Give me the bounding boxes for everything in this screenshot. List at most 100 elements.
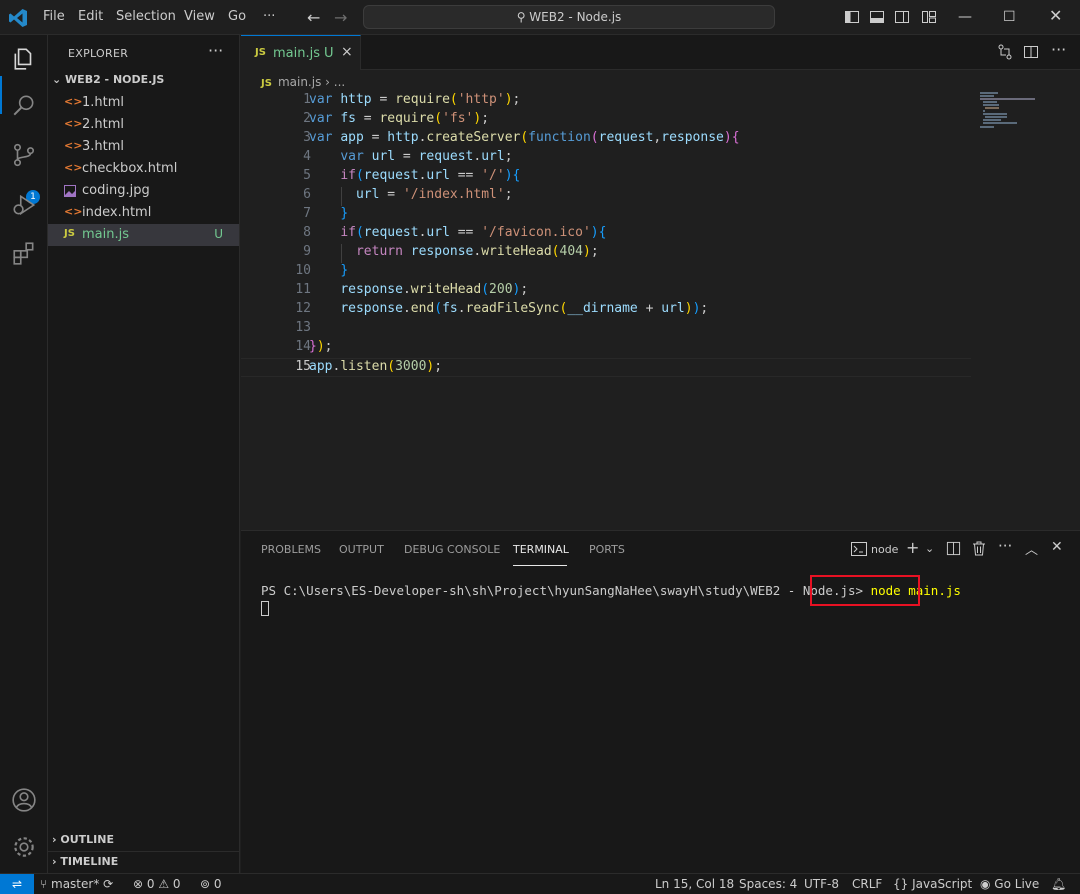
tab-output[interactable]: OUTPUT <box>339 543 384 556</box>
explorer-more-button[interactable]: ··· <box>208 41 223 60</box>
open-changes-icon[interactable] <box>997 44 1013 60</box>
tab-terminal[interactable]: TERMINAL <box>513 543 569 556</box>
encoding-status[interactable]: UTF-8 <box>804 877 839 891</box>
broadcast-icon: ⊚ <box>200 877 214 891</box>
ports-count: 0 <box>213 877 222 891</box>
bell-icon[interactable]: 🔔︎ <box>1051 877 1066 891</box>
terminal-name[interactable]: node <box>871 543 898 556</box>
vscode-logo-icon <box>9 9 27 27</box>
minimap[interactable] <box>980 92 1040 128</box>
extensions-icon[interactable] <box>11 240 37 266</box>
file-item-index-html[interactable]: <> index.html <box>48 202 239 224</box>
close-window-button[interactable]: ✕ <box>1049 6 1062 25</box>
code-line: 13 <box>241 320 971 339</box>
line-number: 14 <box>295 339 311 354</box>
code-line: 8 if(request.url == '/favicon.ico'){ <box>241 225 971 244</box>
branch-status[interactable]: ⑂ master* ⟳ <box>40 877 113 891</box>
timeline-section[interactable]: › TIMELINE <box>52 855 118 868</box>
file-item-2-html[interactable]: <> 2.html <box>48 114 239 136</box>
close-panel-icon[interactable]: ✕ <box>1051 539 1063 555</box>
html-file-icon: <> <box>64 161 83 174</box>
menu-more[interactable]: ··· <box>263 9 275 24</box>
problems-status[interactable]: ⊗ 0 ⚠ 0 <box>133 877 181 891</box>
toggle-secondary-sidebar-icon[interactable] <box>894 9 910 25</box>
files-icon[interactable] <box>11 46 37 72</box>
title-bar: File Edit Selection View Go ··· ← → ⚲ WE… <box>0 0 1080 35</box>
image-file-icon <box>64 185 76 197</box>
close-tab-icon[interactable]: × <box>341 44 353 60</box>
maximize-button[interactable]: ☐ <box>1003 9 1016 25</box>
command-center[interactable]: ⚲ WEB2 - Node.js <box>363 5 775 29</box>
toggle-primary-sidebar-icon[interactable] <box>844 9 860 25</box>
warning-icon: ⚠ <box>158 877 173 891</box>
tab-ports[interactable]: PORTS <box>589 543 625 556</box>
red-highlight-box <box>810 575 920 606</box>
file-name: 2.html <box>82 117 125 132</box>
go-live-button[interactable]: ◉ Go Live <box>980 877 1039 891</box>
maximize-panel-icon[interactable]: ︿ <box>1025 539 1038 558</box>
status-bar: ⇌ ⑂ master* ⟳ ⊗ 0 ⚠ 0 ⊚ 0 Ln 15, Col 18 … <box>0 873 1080 894</box>
line-number: 8 <box>303 225 311 240</box>
tab-main-js[interactable]: JS main.js U × <box>241 35 361 70</box>
tab-problems[interactable]: PROBLEMS <box>261 543 321 556</box>
file-name: checkbox.html <box>82 161 178 176</box>
code-line: 2 var fs = require('fs'); <box>241 111 971 130</box>
manage-gear-icon[interactable] <box>11 834 37 860</box>
untracked-status: U <box>214 227 223 241</box>
file-name: index.html <box>82 205 152 220</box>
file-item-3-html[interactable]: <> 3.html <box>48 136 239 158</box>
indentation-status[interactable]: Spaces: 4 <box>739 877 797 891</box>
toggle-panel-icon[interactable] <box>869 9 885 25</box>
search-icon: ⚲ <box>516 10 530 24</box>
folder-header[interactable]: ⌄ WEB2 - NODE.JS <box>52 73 164 86</box>
language-status[interactable]: {} JavaScript <box>893 877 972 891</box>
sync-icon: ⟳ <box>103 877 114 891</box>
source-control-icon[interactable] <box>11 142 37 168</box>
code-editor[interactable]: 1 var http = require('http'); 2 var fs = r… <box>241 92 1080 530</box>
explorer-title: EXPLORER <box>68 47 129 60</box>
file-item-coding-jpg[interactable]: coding.jpg <box>48 180 239 202</box>
line-number: 10 <box>295 263 311 278</box>
new-terminal-icon[interactable]: + <box>906 538 919 557</box>
line-number: 9 <box>303 244 311 259</box>
broadcast-icon: ◉ <box>980 877 995 891</box>
minimize-button[interactable]: — <box>958 9 972 25</box>
menu-file[interactable]: File <box>43 9 65 24</box>
editor-more-button[interactable]: ··· <box>1051 40 1066 59</box>
language-name: JavaScript <box>912 877 973 891</box>
split-terminal-icon[interactable] <box>946 541 961 556</box>
error-count: 0 <box>146 877 155 891</box>
eol-status[interactable]: CRLF <box>852 877 882 891</box>
tab-debug-console[interactable]: DEBUG CONSOLE <box>404 543 500 556</box>
panel-more-button[interactable]: ··· <box>998 537 1012 555</box>
divider <box>48 851 239 852</box>
menu-go[interactable]: Go <box>228 9 246 24</box>
menu-edit[interactable]: Edit <box>78 9 103 24</box>
back-arrow-icon[interactable]: ← <box>307 8 320 27</box>
account-icon[interactable] <box>11 787 37 813</box>
code-line-current: 15 app.listen(3000); <box>241 358 971 377</box>
forward-arrow-icon[interactable]: → <box>334 8 347 27</box>
cursor-position[interactable]: Ln 15, Col 18 <box>655 877 734 891</box>
menu-view[interactable]: View <box>184 9 215 24</box>
code-line: 11 response.writeHead(200); <box>241 282 971 301</box>
menu-selection[interactable]: Selection <box>116 9 176 24</box>
remote-indicator-icon[interactable]: ⇌ <box>0 874 34 894</box>
file-item-main-js[interactable]: JS main.js U <box>48 224 239 246</box>
trash-icon[interactable] <box>972 541 986 556</box>
ports-status[interactable]: ⊚ 0 <box>200 877 222 891</box>
run-debug-icon[interactable] <box>11 192 37 218</box>
code-line: 9 return response.writeHead(404); <box>241 244 971 263</box>
file-item-checkbox-html[interactable]: <> checkbox.html <box>48 158 239 180</box>
chevron-down-icon[interactable]: ⌄ <box>925 542 934 555</box>
file-item-1-html[interactable]: <> 1.html <box>48 92 239 114</box>
search-icon[interactable] <box>11 93 37 119</box>
customize-layout-icon[interactable] <box>921 9 937 25</box>
outline-label: OUTLINE <box>60 833 114 846</box>
outline-section[interactable]: › OUTLINE <box>52 833 114 846</box>
breadcrumb[interactable]: JS main.js › ... <box>261 75 345 89</box>
activity-bar: 1 <box>0 35 48 873</box>
split-editor-icon[interactable] <box>1023 44 1039 60</box>
html-file-icon: <> <box>64 117 83 130</box>
code-line: 12 response.end(fs.readFileSync(__dirnam… <box>241 301 971 320</box>
